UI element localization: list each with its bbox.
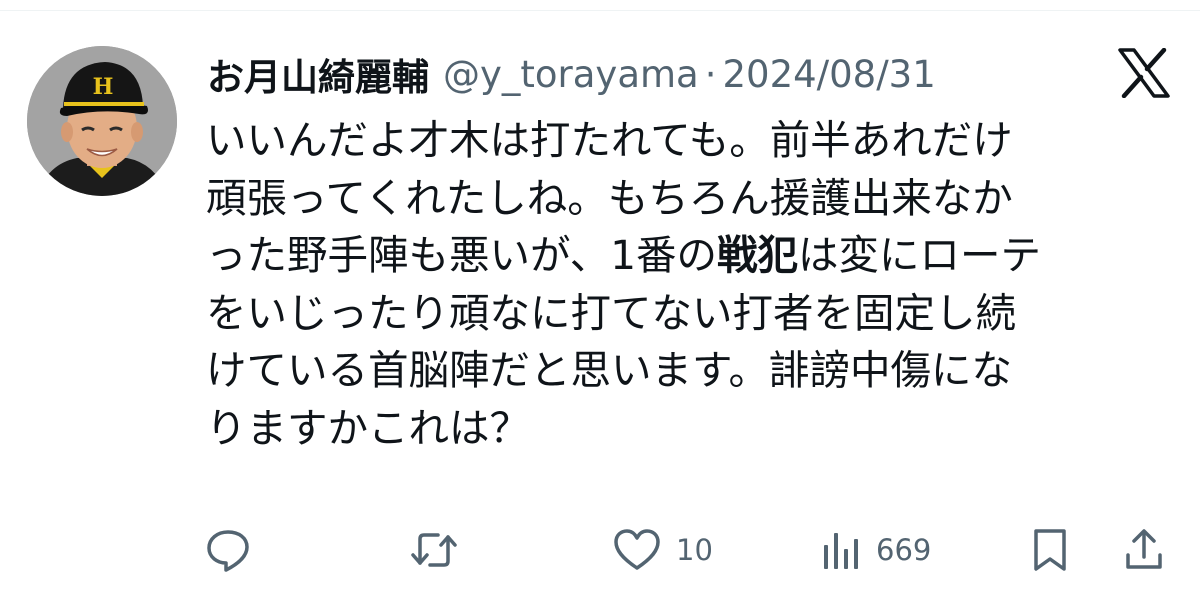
retweet-icon <box>411 533 457 567</box>
reply-icon <box>207 530 249 572</box>
avatar-baseball-player-icon: H <box>27 46 177 196</box>
tweet-text-segment: った野手陣も悪いが、1番の <box>206 231 717 279</box>
retweet-button[interactable] <box>410 520 458 580</box>
author-display-name[interactable]: お月山綺麗輔 <box>207 47 429 101</box>
tweet-text-bold: 戦犯 <box>716 231 798 279</box>
like-button[interactable]: 10 <box>612 520 713 580</box>
reply-button[interactable] <box>205 520 251 580</box>
tweet-text-segment: は変にローテ <box>797 231 1041 279</box>
tweet-card: H お月山綺麗輔 @y_torayama · 2024/08/31 いいんだよ才… <box>0 0 1200 590</box>
bookmark-button[interactable] <box>1030 520 1070 580</box>
share-icon <box>1126 529 1162 569</box>
tweet-date[interactable]: 2024/08/31 <box>722 53 935 96</box>
tweet-text: いいんだよ才木は打たれても。前半あれだけ 頑張ってくれたしね。もちろん援護出来な… <box>206 112 1166 457</box>
avatar[interactable]: H <box>27 46 177 196</box>
tweet-text-line: 頑張ってくれたしね。もちろん援護出来なか <box>206 173 1013 222</box>
tweet-actions: 10 669 <box>0 520 1200 580</box>
views-count: 669 <box>876 533 932 567</box>
tweet-header: お月山綺麗輔 @y_torayama · 2024/08/31 <box>207 46 936 102</box>
tweet-text-line: けている首脳陣だと思います。誹謗中傷にな <box>206 346 1012 394</box>
svg-text:H: H <box>93 74 114 100</box>
views-button[interactable]: 669 <box>822 520 931 580</box>
share-button[interactable] <box>1124 520 1164 580</box>
bookmark-icon <box>1034 529 1066 571</box>
views-chart-icon <box>824 533 858 569</box>
tweet-text-line: りますかこれは？ <box>206 403 530 452</box>
like-count: 10 <box>676 533 713 567</box>
tweet-text-line: った野手陣も悪いが、1番の戦犯は変にローテ <box>206 227 1166 285</box>
x-logo-icon <box>1118 47 1170 99</box>
separator-dot: · <box>704 52 717 96</box>
heart-icon <box>614 529 660 570</box>
tweet-text-line: をいじったり頑なに打てない打者を固定し続 <box>206 288 1016 337</box>
author-handle[interactable]: @y_torayama <box>443 53 699 96</box>
tweet-text-line: いいんだよ才木は打たれても。前半あれだけ <box>206 116 1013 164</box>
